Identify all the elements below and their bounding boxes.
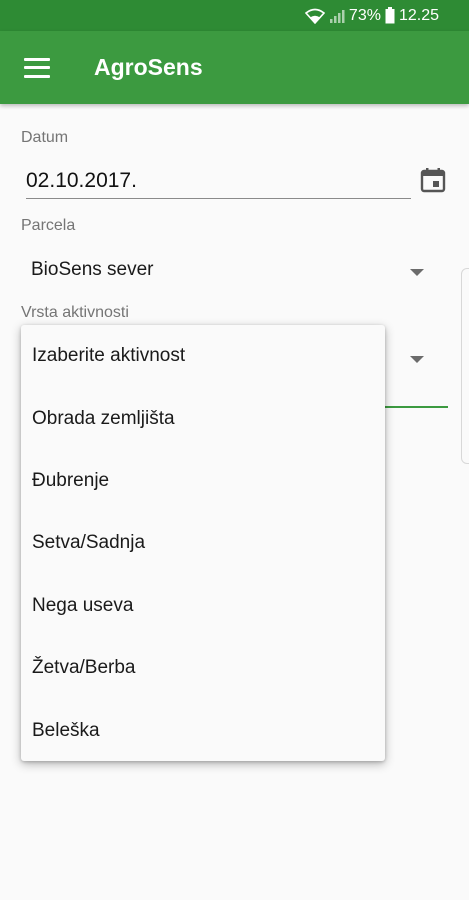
activity-option[interactable]: Obrada zemljišta xyxy=(21,387,385,449)
activity-option[interactable]: Nega useva xyxy=(21,575,385,637)
activity-option[interactable]: Beleška xyxy=(21,699,385,761)
dropdown-arrow-icon xyxy=(410,356,424,363)
wifi-icon xyxy=(304,8,325,24)
app-bar: AgroSens xyxy=(0,31,469,104)
status-bar: 73% 12.25 xyxy=(0,0,469,31)
parcel-select[interactable]: BioSens sever xyxy=(21,249,448,293)
side-card xyxy=(461,268,469,464)
activity-option[interactable]: Setva/Sadnja xyxy=(21,512,385,574)
status-time: 12.25 xyxy=(398,6,439,24)
date-input[interactable]: 02.10.2017. xyxy=(26,166,411,199)
dropdown-arrow-icon xyxy=(410,269,424,276)
date-label: Datum xyxy=(21,129,69,146)
battery-icon xyxy=(385,7,395,24)
signal-icon xyxy=(329,9,345,23)
calendar-icon[interactable] xyxy=(420,167,446,193)
activity-label: Vrsta aktivnosti xyxy=(21,304,129,321)
parcel-label: Parcela xyxy=(21,217,76,234)
menu-icon[interactable] xyxy=(24,57,50,78)
activity-option[interactable]: Žetva/Berba xyxy=(21,637,385,699)
activity-option[interactable]: Đubrenje xyxy=(21,450,385,512)
app-title: AgroSens xyxy=(94,54,203,80)
battery-percent: 73% xyxy=(348,6,381,24)
activity-dropdown-popup: Izaberite aktivnost Obrada zemljišta Đub… xyxy=(21,325,385,761)
activity-select-underline xyxy=(385,406,448,408)
parcel-value: BioSens sever xyxy=(31,259,154,280)
activity-option[interactable]: Izaberite aktivnost xyxy=(21,325,385,387)
